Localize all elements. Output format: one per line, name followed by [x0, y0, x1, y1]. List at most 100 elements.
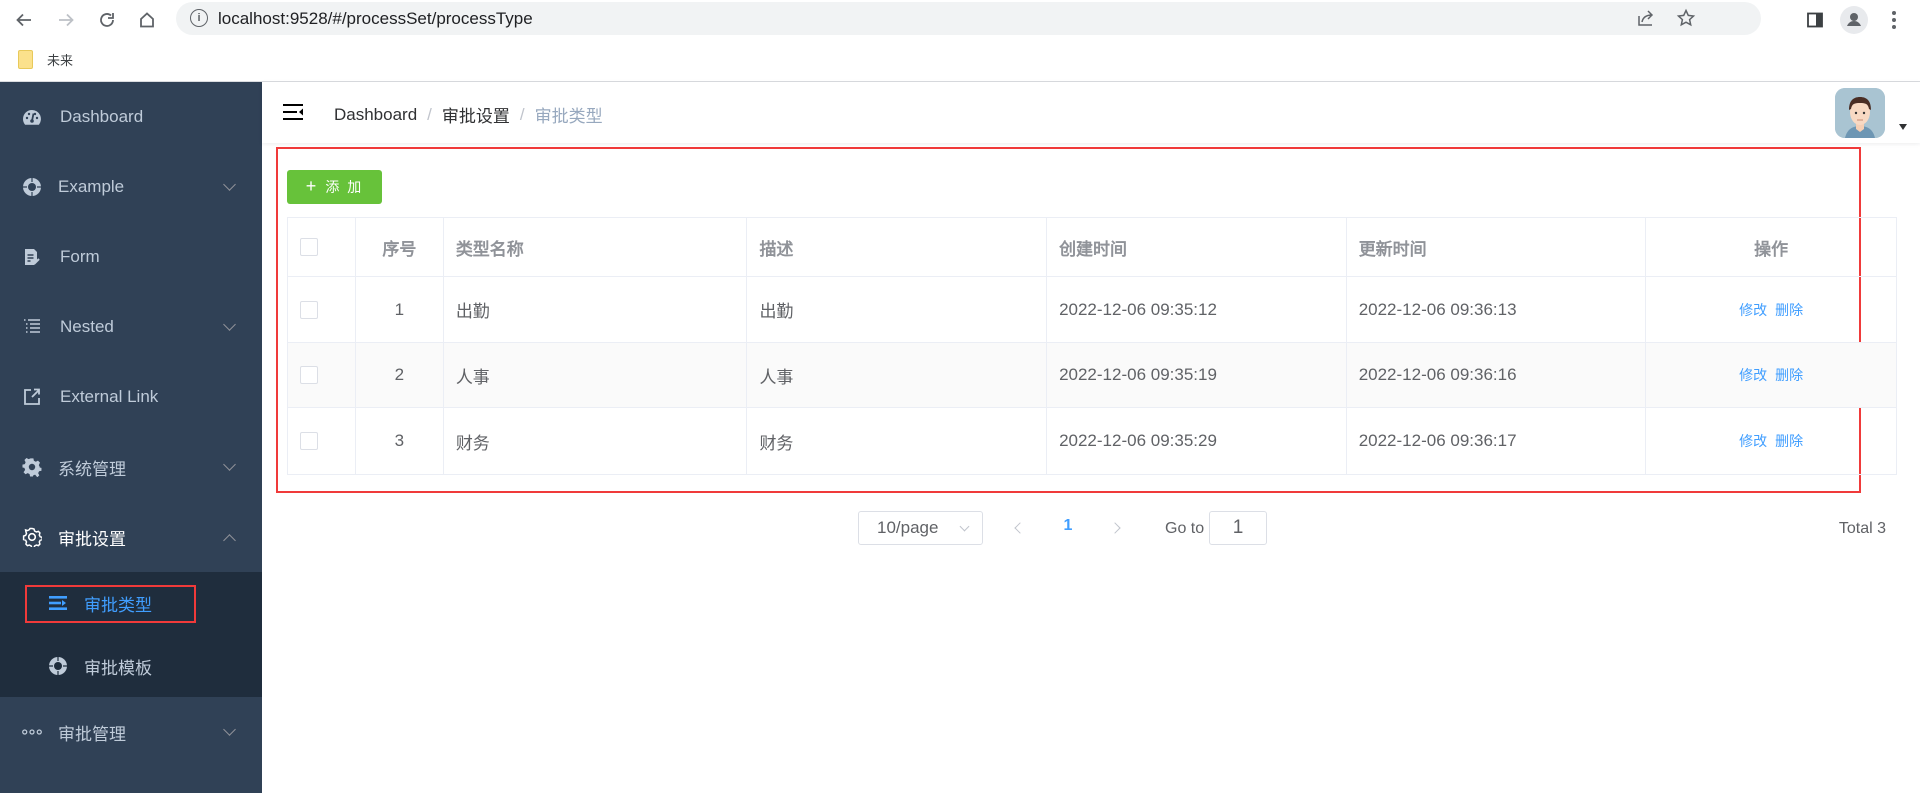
row-checkbox[interactable] [300, 300, 318, 319]
sidebar: Dashboard Example Form Nested External L… [0, 82, 262, 793]
cell-description: 财务 [747, 408, 1048, 474]
row-select-cell [288, 343, 356, 407]
sidebar-item-label: 审批管理 [58, 724, 126, 744]
goto-label: Go to [1165, 520, 1205, 537]
cell-description: 人事 [747, 343, 1048, 407]
gear-icon [22, 457, 42, 477]
page-number-current[interactable]: 1 [1060, 517, 1076, 535]
edit-button[interactable]: 修改 [1739, 300, 1767, 320]
column-header-description: 描述 [747, 218, 1048, 276]
submenu-approval-settings: 审批类型 审批模板 [0, 572, 262, 697]
add-button-label: 添 加 [325, 179, 364, 195]
add-button[interactable]: + 添 加 [287, 170, 382, 204]
cell-actions: 修改 删除 [1646, 343, 1896, 407]
home-button[interactable] [133, 6, 161, 34]
row-checkbox[interactable] [300, 432, 318, 450]
dashboard-icon [22, 107, 42, 127]
pagination: 10/page 1 Go to Total 3 [0, 510, 1920, 546]
forward-button[interactable] [52, 6, 80, 34]
address-bar[interactable]: i localhost:9528/#/processSet/processTyp… [176, 2, 1761, 35]
table-header-row: 序号 类型名称 描述 创建时间 更新时间 操作 [288, 218, 1896, 277]
cell-actions: 修改 删除 [1646, 408, 1896, 474]
sidebar-item-nested[interactable]: Nested [0, 292, 262, 362]
chevron-down-icon [223, 317, 236, 331]
sidebar-item-label: Nested [60, 317, 114, 336]
side-panel-button[interactable] [1801, 6, 1829, 34]
bookmark-folder[interactable]: 未来 [18, 50, 73, 69]
sidebar-item-label: 审批模板 [84, 658, 152, 678]
url-text[interactable]: localhost:9528/#/processSet/processType [218, 9, 533, 29]
hamburger-icon [283, 104, 303, 120]
breadcrumb-item-current: 审批类型 [534, 107, 603, 126]
profile-icon [1840, 6, 1868, 34]
cell-updated-time: 2022-12-06 09:36:13 [1347, 277, 1647, 342]
bookmark-star-icon[interactable] [1675, 7, 1697, 29]
list-icon [48, 593, 68, 613]
cell-index: 2 [356, 343, 444, 407]
bookmark-label: 未来 [47, 53, 74, 68]
page-size-select[interactable]: 10/page [858, 511, 983, 545]
navbar: Dashboard / 审批设置 / 审批类型 [262, 82, 1920, 143]
delete-button[interactable]: 删除 [1775, 300, 1803, 320]
breadcrumb-item-approval-settings[interactable]: 审批设置 [442, 102, 510, 127]
more-vert-icon [1892, 11, 1896, 29]
bookmark-bar: 未来 [0, 40, 1920, 82]
more-icon [22, 722, 42, 742]
avatar[interactable] [1835, 88, 1885, 138]
sidebar-item-label: Form [60, 247, 100, 266]
delete-button[interactable]: 删除 [1775, 431, 1803, 451]
reload-button[interactable] [93, 6, 121, 34]
chevron-down-icon [223, 457, 236, 471]
select-all-checkbox[interactable] [300, 238, 318, 256]
breadcrumb-separator: / [427, 104, 432, 124]
sidebar-item-label: Example [58, 177, 125, 196]
column-header-actions: 操作 [1754, 239, 1789, 259]
chevron-down-icon [223, 722, 236, 736]
sidebar-toggle-button[interactable] [282, 102, 304, 122]
arrow-right-icon [59, 13, 74, 27]
row-select-cell [288, 408, 356, 474]
next-page-button[interactable] [1110, 519, 1124, 537]
arrow-left-icon [16, 13, 31, 27]
delete-button[interactable]: 删除 [1775, 365, 1803, 385]
sidebar-item-label: 审批类型 [84, 595, 152, 615]
menu-button[interactable] [1880, 6, 1908, 34]
profile-button[interactable] [1840, 6, 1868, 34]
row-select-cell [288, 277, 356, 342]
browser-toolbar: i localhost:9528/#/processSet/processTyp… [0, 0, 1920, 40]
table-row: 1 出勤 出勤 2022-12-06 09:35:12 2022-12-06 0… [288, 277, 1896, 343]
edit-button[interactable]: 修改 [1739, 431, 1767, 451]
cell-created-time: 2022-12-06 09:35:29 [1047, 408, 1347, 474]
breadcrumb-item-dashboard[interactable]: Dashboard [334, 105, 417, 125]
caret-down-icon[interactable] [1899, 124, 1907, 130]
prev-page-button[interactable] [1012, 519, 1026, 537]
breadcrumb: Dashboard / 审批设置 / 审批类型 [334, 102, 603, 127]
share-icon[interactable] [1635, 7, 1657, 29]
table-row: 2 人事 人事 2022-12-06 09:35:19 2022-12-06 0… [288, 343, 1896, 408]
sidebar-item-form[interactable]: Form [0, 222, 262, 292]
cell-actions: 修改 删除 [1646, 277, 1896, 342]
sidebar-item-dashboard[interactable]: Dashboard [0, 82, 262, 152]
table-row: 3 财务 财务 2022-12-06 09:35:29 2022-12-06 0… [288, 408, 1896, 474]
row-checkbox[interactable] [300, 366, 318, 384]
page-size-value: 10/page [877, 518, 939, 537]
sidebar-item-example[interactable]: Example [0, 152, 262, 222]
chevron-down-icon [959, 521, 970, 532]
process-type-table: 序号 类型名称 描述 创建时间 更新时间 操作 1 出勤 出勤 2022-12-… [287, 217, 1897, 475]
edit-button[interactable]: 修改 [1739, 365, 1767, 385]
sidebar-item-approval-template[interactable]: 审批模板 [0, 635, 262, 697]
url-path: :9528/#/processSet/processType [285, 9, 533, 28]
cell-updated-time: 2022-12-06 09:36:16 [1347, 343, 1647, 407]
sidebar-item-external-link[interactable]: External Link [0, 362, 262, 432]
header-select-all [288, 218, 356, 276]
goto-page-input[interactable] [1209, 511, 1267, 545]
sidebar-item-approval-management[interactable]: 审批管理 [0, 697, 262, 767]
column-header-index: 序号 [356, 218, 444, 276]
cell-created-time: 2022-12-06 09:35:12 [1047, 277, 1347, 342]
back-button[interactable] [10, 6, 38, 34]
breadcrumb-separator: / [519, 104, 525, 124]
site-info-icon[interactable]: i [190, 9, 208, 27]
sidebar-item-system[interactable]: 系统管理 [0, 432, 262, 502]
sidebar-item-approval-type[interactable]: 审批类型 [0, 572, 262, 634]
column-header-updated-time: 更新时间 [1347, 218, 1647, 276]
